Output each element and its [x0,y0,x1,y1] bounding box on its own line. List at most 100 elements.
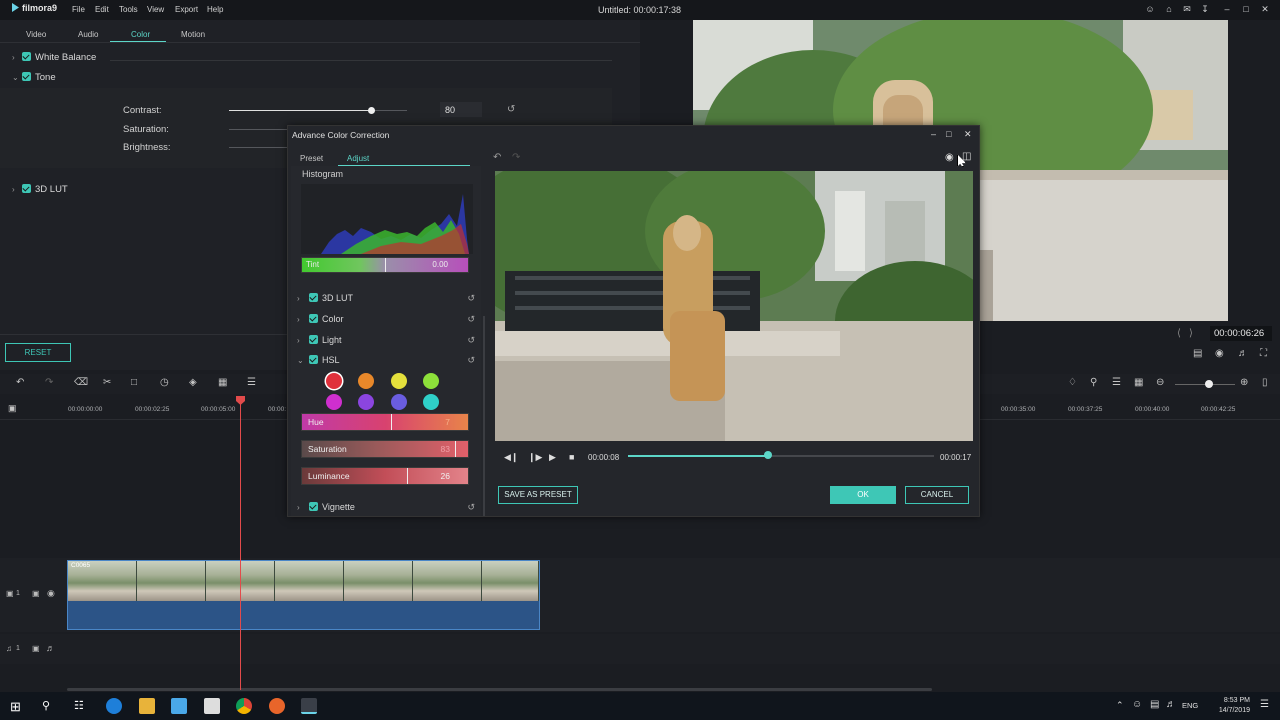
swatch-blue[interactable] [391,394,407,410]
zoom-out-icon[interactable]: ⊖ [1156,377,1164,388]
swatch-purple[interactable] [358,394,374,410]
mark-in-icon[interactable]: ⟨ [1177,328,1181,339]
saturation-slider[interactable]: Saturation 83 [301,440,469,458]
task-view-icon[interactable]: ☷ [74,699,84,712]
store-icon[interactable] [171,698,187,714]
section-tone[interactable]: ⌄ Tone [12,72,56,83]
marker-icon[interactable]: ♢ [1068,377,1077,388]
adjust-panel-scrollbar[interactable] [483,316,485,516]
swatch-aqua[interactable] [423,394,439,410]
split-view-icon[interactable]: ◫ [962,151,971,162]
crop-icon[interactable]: □ [131,377,137,388]
tint-slider[interactable]: Tint 0.00 [301,257,469,273]
swatch-green[interactable] [423,373,439,389]
checkbox-tone[interactable] [22,72,31,81]
add-track-icon[interactable]: ▣ [8,403,17,414]
volume-icon[interactable]: ♬ [1166,699,1176,710]
language-indicator[interactable]: ENG [1182,701,1198,710]
edge-icon[interactable] [106,698,122,714]
zoom-slider-knob[interactable] [1205,380,1213,388]
play-icon[interactable]: ▶ [549,452,556,463]
store-icon[interactable]: ⌂ [1164,4,1174,14]
section-light[interactable]: › Light ↺ [297,335,475,345]
menu-export[interactable]: Export [175,5,198,14]
tab-video[interactable]: Video [26,30,46,39]
tint-slider-knob[interactable] [385,258,386,272]
snap-icon[interactable]: ▦ [1134,377,1143,388]
display-icon[interactable]: ▤ [1193,348,1202,359]
tab-adjust[interactable]: Adjust [347,154,369,163]
section-white-balance[interactable]: › White Balance [12,52,96,63]
video-clip[interactable]: C0065 [67,560,540,630]
microphone-icon[interactable]: ⚲ [1090,377,1097,388]
compare-eye-icon[interactable]: ◉ [945,152,954,163]
checkbox-3d-lut[interactable] [22,184,31,193]
dialog-minimize-icon[interactable]: – [931,129,936,139]
windows-start-icon[interactable]: ⊞ [10,699,21,715]
section-vignette[interactable]: › Vignette ↺ [297,502,475,512]
reset-icon[interactable]: ↺ [467,335,475,346]
lock-icon[interactable]: ▣ [32,589,40,598]
checkbox-white-balance[interactable] [22,52,31,61]
section-3d-lut[interactable]: › 3D LUT [12,184,68,195]
section-3d-lut[interactable]: › 3D LUT ↺ [297,293,475,303]
mark-out-icon[interactable]: ⟩ [1189,328,1193,339]
checkbox-color[interactable] [309,314,318,323]
swatch-magenta[interactable] [326,394,342,410]
brightness-slider-track[interactable] [229,147,287,148]
dialog-maximize-icon[interactable]: □ [946,129,951,139]
reset-icon[interactable]: ↺ [507,104,515,115]
contrast-value-field[interactable]: 80 [440,102,482,117]
luminance-slider[interactable]: Luminance 26 [301,467,469,485]
tab-preset[interactable]: Preset [300,154,323,163]
prev-frame-icon[interactable]: ◀❙ [504,452,518,463]
reset-icon[interactable]: ↺ [467,355,475,366]
volume-icon[interactable]: ♬ [1238,348,1248,359]
seek-knob[interactable] [764,451,772,459]
account-icon[interactable]: ☺ [1145,4,1155,14]
minimize-icon[interactable]: – [1222,4,1232,14]
section-color[interactable]: › Color ↺ [297,314,475,324]
saturation-slider-knob[interactable] [455,441,456,457]
swatch-orange[interactable] [358,373,374,389]
hue-slider-knob[interactable] [391,414,392,430]
file-explorer-icon[interactable] [139,698,155,714]
contrast-slider-knob[interactable] [368,107,375,114]
tab-motion[interactable]: Motion [181,30,205,39]
speaker-icon[interactable]: ♬ [46,643,55,653]
download-icon[interactable]: ↧ [1200,4,1210,14]
redo-icon[interactable]: ↷ [512,152,520,163]
close-icon[interactable]: ✕ [1260,4,1270,14]
zoom-in-icon[interactable]: ⊕ [1240,377,1248,388]
delete-icon[interactable]: ⌫ [74,377,88,388]
reset-icon[interactable]: ↺ [467,314,475,325]
checkbox-hsl[interactable] [309,355,318,364]
clock[interactable]: 8:53 PM 14/7/2019 [1219,696,1250,716]
network-icon[interactable]: ▤ [1150,699,1159,710]
hue-slider[interactable]: Hue 7 [301,413,469,431]
snapshot-icon[interactable]: ◉ [1215,348,1224,359]
redo-icon[interactable]: ↷ [45,377,53,388]
audio-mixer-icon[interactable]: ☰ [247,377,256,388]
play-slow-icon[interactable]: ❙▶ [528,452,542,463]
panel-toggle-icon[interactable]: ▯ [1262,377,1268,388]
cancel-button[interactable]: CANCEL [905,486,969,504]
menu-edit[interactable]: Edit [95,5,109,14]
speed-icon[interactable]: ◷ [160,377,169,388]
tab-audio[interactable]: Audio [78,30,98,39]
color-icon[interactable]: ◈ [189,377,197,388]
swatch-red[interactable] [326,373,342,389]
dialog-close-icon[interactable]: ✕ [964,129,972,140]
green-screen-icon[interactable]: ▦ [218,377,227,388]
menu-view[interactable]: View [147,5,164,14]
undo-icon[interactable]: ↶ [16,377,24,388]
split-icon[interactable]: ✂ [103,377,111,388]
search-icon[interactable]: ⚲ [42,699,50,712]
tray-chevron-icon[interactable]: ⌃ [1116,700,1124,711]
undo-icon[interactable]: ↶ [493,152,501,163]
mail-icon[interactable]: ✉ [1182,4,1192,14]
menu-file[interactable]: File [72,5,85,14]
section-hsl[interactable]: ⌄ HSL ↺ [297,355,475,365]
save-as-preset-button[interactable]: SAVE AS PRESET [498,486,578,504]
tab-color[interactable]: Color [131,30,150,39]
